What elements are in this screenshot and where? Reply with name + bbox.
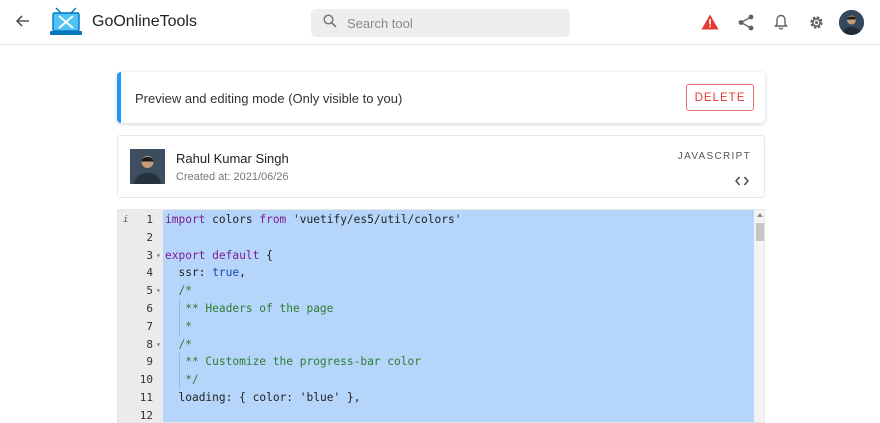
logo-icon (50, 7, 82, 37)
line-number: 6 (146, 302, 153, 315)
line-number: 11 (139, 391, 153, 404)
share-icon[interactable] (736, 12, 756, 32)
code-text[interactable]: /* (165, 336, 191, 354)
code-text[interactable]: ** Headers of the page (165, 300, 333, 318)
code-line[interactable]: 9 ** Customize the progress-bar color (118, 353, 754, 372)
code-text[interactable]: import colors from 'vuetify/es5/util/col… (165, 211, 461, 229)
preview-mode-banner: Preview and editing mode (Only visible t… (117, 72, 765, 123)
line-number: 2 (146, 230, 153, 244)
report-warning-icon[interactable] (700, 12, 720, 32)
scroll-thumb[interactable] (756, 223, 764, 241)
created-date: Created at: 2021/06/26 (176, 171, 289, 183)
fold-toggle-icon[interactable]: ▾ (156, 282, 161, 300)
line-number: 4 (146, 266, 153, 280)
code-line[interactable]: i 1 import colors from 'vuetify/es5/util/c… (118, 211, 754, 229)
code-text[interactable]: /* (165, 282, 191, 300)
code-view-icon[interactable] (732, 171, 752, 191)
code-line[interactable]: 2 (118, 229, 754, 247)
code-text[interactable]: */ (165, 371, 198, 389)
code-text[interactable]: ** Customize the progress-bar color (165, 353, 421, 371)
preview-mode-text: Preview and editing mode (Only visible t… (135, 91, 403, 106)
bell-icon[interactable] (771, 12, 791, 32)
line-number: 3 (146, 248, 153, 262)
code-text[interactable]: loading: { color: 'blue' }, (165, 389, 360, 407)
gear-icon[interactable] (806, 12, 826, 32)
user-avatar[interactable] (839, 10, 864, 35)
top-bar: GoOnlineTools (0, 0, 880, 45)
editor-scrollbar[interactable] (754, 210, 764, 422)
code-line[interactable]: 6 ** Headers of the page (118, 300, 754, 318)
delete-button[interactable]: DELETE (686, 84, 754, 111)
snippet-info-card: Rahul Kumar Singh Created at: 2021/06/26… (117, 135, 765, 198)
line-number: 1 (146, 213, 153, 226)
line-number: 7 (146, 319, 153, 333)
code-line[interactable]: 8 ▾ /* (118, 336, 754, 354)
code-line[interactable]: 7 * (118, 317, 754, 336)
code-line[interactable]: 5 ▾ /* (118, 282, 754, 300)
code-line[interactable]: 4 ssr: true, (118, 264, 754, 282)
fold-toggle-icon[interactable]: ▾ (156, 247, 161, 265)
back-arrow-icon[interactable] (11, 10, 33, 32)
language-label: JAVASCRIPT (677, 151, 751, 162)
search-input[interactable] (347, 15, 547, 31)
code-line[interactable]: 3 ▾ export default { (118, 247, 754, 265)
line-number: 10 (139, 373, 153, 387)
line-number: 12 (139, 408, 153, 422)
code-line[interactable]: 11 loading: { color: 'blue' }, (118, 389, 754, 407)
author-avatar (130, 149, 165, 184)
code-text[interactable]: export default { (165, 247, 273, 265)
code-line[interactable]: 10 */ (118, 371, 754, 390)
brand-name[interactable]: GoOnlineTools (92, 13, 197, 31)
line-number: 5 (146, 284, 153, 298)
code-line[interactable]: 12 (118, 407, 754, 422)
line-number: 8 (146, 337, 153, 351)
search-icon (323, 13, 337, 33)
search-box[interactable] (311, 9, 570, 37)
author-name: Rahul Kumar Singh (176, 151, 289, 166)
code-editor[interactable]: i 1 import colors from 'vuetify/es5/util/c… (117, 209, 765, 423)
fold-toggle-icon[interactable]: ▾ (156, 336, 161, 354)
scroll-up-icon[interactable] (757, 213, 763, 217)
line-number: 9 (146, 355, 153, 369)
code-text[interactable]: ssr: true, (165, 264, 245, 282)
code-text[interactable]: * (165, 318, 192, 336)
